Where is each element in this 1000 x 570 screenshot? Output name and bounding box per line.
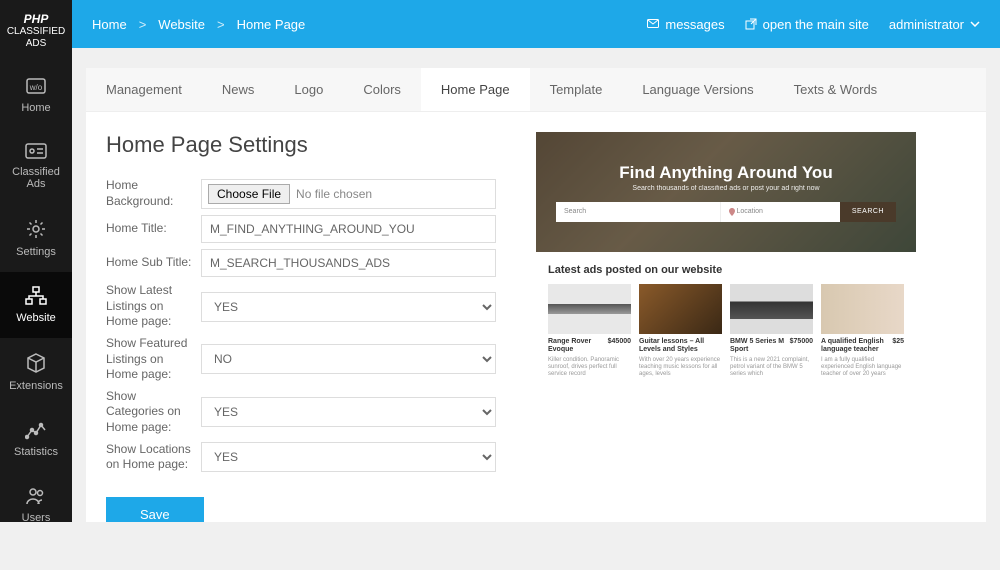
sidebar-item-extensions[interactable]: Extensions: [0, 338, 72, 406]
sidebar-item-classified-ads[interactable]: Classified Ads: [0, 128, 72, 204]
tab-logo[interactable]: Logo: [274, 68, 343, 111]
external-icon: [745, 18, 757, 30]
chevron-down-icon: [970, 21, 980, 27]
breadcrumb-website[interactable]: Website: [158, 17, 205, 32]
show-featured-label: Show Featured Listings on Home page:: [106, 336, 201, 383]
sidebar-item-statistics[interactable]: Statistics: [0, 406, 72, 472]
home-title-input[interactable]: [201, 215, 496, 243]
preview-card-image: [639, 284, 722, 334]
home-sub-title-input[interactable]: [201, 249, 496, 277]
page-title: Home Page Settings: [106, 132, 496, 158]
users-icon: [25, 486, 47, 506]
tabs: Management News Logo Colors Home Page Te…: [86, 68, 986, 112]
sidebar: PHP CLASSIFIED ADS w/o Home Classified A…: [0, 0, 72, 522]
user-menu[interactable]: administrator: [889, 17, 980, 32]
preview-card: Range Rover Evoque$45000 Killer conditio…: [548, 284, 631, 378]
show-locations-select[interactable]: YES: [201, 442, 496, 472]
sidebar-item-home[interactable]: w/o Home: [0, 62, 72, 128]
location-icon: [729, 208, 735, 216]
open-site-link[interactable]: open the main site: [745, 17, 869, 32]
preview-card-image: [548, 284, 631, 334]
gear-icon: [25, 218, 47, 240]
preview-card: Guitar lessons – All Levels and Styles W…: [639, 284, 722, 378]
ads-icon: [24, 142, 48, 160]
tab-template[interactable]: Template: [530, 68, 623, 111]
preview-listings: Latest ads posted on our website Range R…: [536, 252, 916, 390]
tab-colors[interactable]: Colors: [343, 68, 421, 111]
sidebar-item-website[interactable]: Website: [0, 272, 72, 338]
preview-searchbar: Search Location SEARCH: [556, 202, 896, 222]
cube-icon: [25, 352, 47, 374]
home-bg-file-input[interactable]: Choose File No file chosen: [201, 179, 496, 209]
breadcrumb-homepage: Home Page: [237, 17, 306, 32]
preview-card: BMW 5 Series M Sport$75000 This is a new…: [730, 284, 813, 378]
home-sub-title-label: Home Sub Title:: [106, 255, 201, 271]
site-preview: Find Anything Around You Search thousand…: [536, 132, 916, 522]
app-logo: PHP CLASSIFIED ADS: [0, 0, 72, 62]
home-title-label: Home Title:: [106, 221, 201, 237]
preview-hero-sub: Search thousands of classified ads or po…: [632, 185, 819, 192]
show-categories-select[interactable]: YES: [201, 397, 496, 427]
show-latest-label: Show Latest Listings on Home page:: [106, 283, 201, 330]
preview-card-image: [821, 284, 904, 334]
tab-home-page[interactable]: Home Page: [421, 68, 530, 111]
tab-management[interactable]: Management: [86, 68, 202, 111]
svg-text:w/o: w/o: [29, 83, 43, 92]
file-name-text: No file chosen: [296, 187, 372, 201]
show-featured-select[interactable]: NO: [201, 344, 496, 374]
preview-card-image: [730, 284, 813, 334]
tab-language-versions[interactable]: Language Versions: [622, 68, 773, 111]
tab-news[interactable]: News: [202, 68, 275, 111]
preview-hero: Find Anything Around You Search thousand…: [536, 132, 916, 252]
messages-link[interactable]: messages: [647, 17, 724, 32]
preview-card: A qualified English language teacher$25 …: [821, 284, 904, 378]
choose-file-button[interactable]: Choose File: [208, 184, 290, 204]
show-categories-label: Show Categories on Home page:: [106, 389, 201, 436]
main-content: Management News Logo Colors Home Page Te…: [72, 48, 1000, 522]
save-button[interactable]: Save: [106, 497, 204, 522]
preview-hero-title: Find Anything Around You: [619, 163, 832, 183]
preview-location-input: Location: [720, 202, 840, 222]
preview-search-input: Search: [556, 202, 720, 222]
show-latest-select[interactable]: YES: [201, 292, 496, 322]
breadcrumb-sep: >: [217, 17, 225, 32]
message-icon: [647, 19, 659, 29]
sitemap-icon: [25, 286, 47, 306]
chart-icon: [25, 420, 47, 440]
tab-texts-words[interactable]: Texts & Words: [774, 68, 898, 111]
sidebar-item-settings[interactable]: Settings: [0, 204, 72, 272]
preview-search-button: SEARCH: [840, 202, 896, 222]
breadcrumb-sep: >: [139, 17, 147, 32]
home-icon: w/o: [24, 76, 48, 96]
topbar: Home > Website > Home Page messages open…: [72, 0, 1000, 48]
preview-listings-title: Latest ads posted on our website: [548, 264, 904, 276]
breadcrumb-home[interactable]: Home: [92, 17, 127, 32]
home-bg-label: Home Background:: [106, 178, 201, 209]
show-locations-label: Show Locations on Home page:: [106, 442, 201, 473]
